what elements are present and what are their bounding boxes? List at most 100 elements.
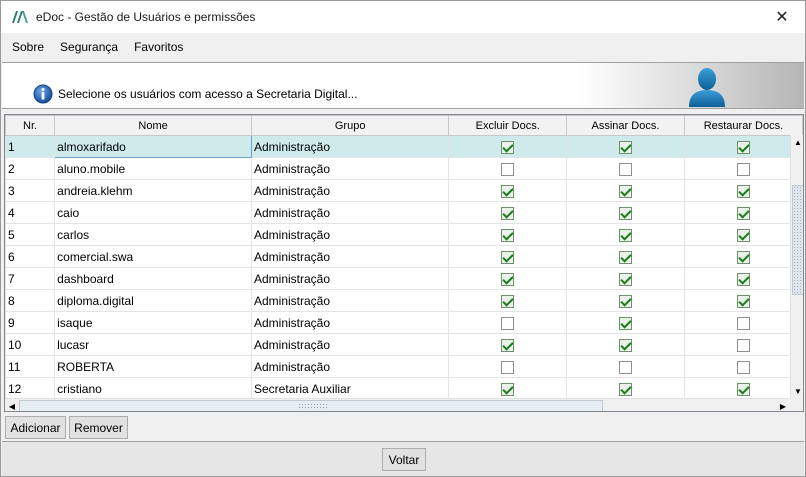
cell-excluir[interactable] [448, 311, 568, 334]
cell-grupo[interactable]: Administração [250, 157, 450, 180]
cell-restaurar[interactable] [683, 245, 803, 268]
excluir-checkbox[interactable] [501, 140, 515, 154]
vertical-scrollbar[interactable]: ▲ ▼ [790, 135, 803, 398]
excluir-checkbox[interactable] [501, 184, 515, 198]
scroll-up-arrow-icon[interactable]: ▲ [791, 135, 803, 149]
column-header-excluir[interactable]: Excluir Docs. [448, 115, 568, 136]
table-row[interactable]: 8 diploma.digital Administração [5, 289, 803, 312]
cell-nome[interactable]: lucasr [54, 333, 252, 356]
restaurar-checkbox[interactable] [736, 360, 750, 374]
cell-grupo[interactable]: Administração [250, 267, 450, 290]
cell-grupo[interactable]: Administração [250, 333, 450, 356]
cell-nr[interactable]: 3 [5, 179, 56, 202]
assinar-checkbox[interactable] [618, 140, 632, 154]
cell-nr[interactable]: 1 [5, 135, 56, 158]
adicionar-button[interactable]: Adicionar [5, 416, 66, 439]
cell-excluir[interactable] [448, 355, 568, 378]
column-header-grupo[interactable]: Grupo [250, 115, 450, 136]
cell-excluir[interactable] [448, 289, 568, 312]
cell-nome[interactable]: andreia.klehm [54, 179, 252, 202]
cell-restaurar[interactable] [683, 289, 803, 312]
cell-restaurar[interactable] [683, 267, 803, 290]
assinar-checkbox[interactable] [618, 162, 632, 176]
table-row[interactable]: 12 cristiano Secretaria Auxiliar [5, 377, 803, 400]
assinar-checkbox[interactable] [618, 250, 632, 264]
cell-assinar[interactable] [566, 355, 685, 378]
cell-nr[interactable]: 4 [5, 201, 56, 224]
restaurar-checkbox[interactable] [736, 338, 750, 352]
cell-excluir[interactable] [448, 179, 568, 202]
cell-restaurar[interactable] [683, 179, 803, 202]
cell-nr[interactable]: 12 [5, 377, 56, 400]
cell-restaurar[interactable] [683, 223, 803, 246]
excluir-checkbox[interactable] [501, 294, 515, 308]
cell-nr[interactable]: 9 [5, 311, 56, 334]
assinar-checkbox[interactable] [618, 206, 632, 220]
cell-excluir[interactable] [448, 223, 568, 246]
cell-grupo[interactable]: Administração [250, 355, 450, 378]
cell-assinar[interactable] [566, 245, 685, 268]
assinar-checkbox[interactable] [618, 294, 632, 308]
cell-grupo[interactable]: Administração [250, 311, 450, 334]
table-row[interactable]: 2 aluno.mobile Administração [5, 157, 803, 180]
cell-restaurar[interactable] [683, 377, 803, 400]
menu-sobre[interactable]: Sobre [4, 40, 52, 54]
table-row[interactable]: 9 isaque Administração [5, 311, 803, 334]
restaurar-checkbox[interactable] [736, 316, 750, 330]
excluir-checkbox[interactable] [501, 162, 515, 176]
cell-restaurar[interactable] [683, 333, 803, 356]
cell-assinar[interactable] [566, 289, 685, 312]
assinar-checkbox[interactable] [618, 316, 632, 330]
restaurar-checkbox[interactable] [736, 184, 750, 198]
menu-favoritos[interactable]: Favoritos [126, 40, 191, 54]
scroll-down-arrow-icon[interactable]: ▼ [791, 384, 803, 398]
scroll-left-arrow-icon[interactable]: ◀ [5, 399, 19, 411]
cell-nome[interactable]: aluno.mobile [54, 157, 252, 180]
cell-grupo[interactable]: Secretaria Auxiliar [250, 377, 450, 400]
excluir-checkbox[interactable] [501, 228, 515, 242]
cell-excluir[interactable] [448, 135, 568, 158]
cell-nr[interactable]: 6 [5, 245, 56, 268]
horizontal-scroll-thumb[interactable] [19, 400, 603, 411]
cell-assinar[interactable] [566, 333, 685, 356]
cell-assinar[interactable] [566, 377, 685, 400]
column-header-nr[interactable]: Nr. [5, 115, 56, 136]
excluir-checkbox[interactable] [501, 360, 515, 374]
restaurar-checkbox[interactable] [736, 294, 750, 308]
column-header-nome[interactable]: Nome [54, 115, 252, 136]
cell-nome[interactable]: caio [54, 201, 252, 224]
cell-grupo[interactable]: Administração [250, 289, 450, 312]
assinar-checkbox[interactable] [618, 272, 632, 286]
cell-assinar[interactable] [566, 223, 685, 246]
cell-excluir[interactable] [448, 201, 568, 224]
excluir-checkbox[interactable] [501, 316, 515, 330]
assinar-checkbox[interactable] [618, 382, 632, 396]
cell-restaurar[interactable] [683, 135, 803, 158]
vertical-scroll-thumb[interactable] [792, 185, 803, 295]
restaurar-checkbox[interactable] [736, 228, 750, 242]
cell-nr[interactable]: 8 [5, 289, 56, 312]
column-header-restaurar[interactable]: Restaurar Docs. [683, 115, 803, 136]
cell-excluir[interactable] [448, 267, 568, 290]
restaurar-checkbox[interactable] [736, 382, 750, 396]
cell-nome[interactable]: carlos [54, 223, 252, 246]
column-header-assinar[interactable]: Assinar Docs. [566, 115, 685, 136]
table-row[interactable]: 11 ROBERTA Administração [5, 355, 803, 378]
cell-restaurar[interactable] [683, 201, 803, 224]
table-row[interactable]: 7 dashboard Administração [5, 267, 803, 290]
table-row[interactable]: 1 almoxarifado Administração [5, 135, 803, 158]
cell-assinar[interactable] [566, 157, 685, 180]
restaurar-checkbox[interactable] [736, 140, 750, 154]
voltar-button[interactable]: Voltar [382, 448, 426, 471]
cell-restaurar[interactable] [683, 355, 803, 378]
excluir-checkbox[interactable] [501, 206, 515, 220]
cell-excluir[interactable] [448, 157, 568, 180]
cell-grupo[interactable]: Administração [250, 135, 450, 158]
cell-nr[interactable]: 2 [5, 157, 56, 180]
cell-nr[interactable]: 5 [5, 223, 56, 246]
cell-nr[interactable]: 11 [5, 355, 56, 378]
scroll-right-arrow-icon[interactable]: ▶ [776, 399, 790, 411]
table-row[interactable]: 5 carlos Administração [5, 223, 803, 246]
table-row[interactable]: 4 caio Administração [5, 201, 803, 224]
cell-assinar[interactable] [566, 135, 685, 158]
